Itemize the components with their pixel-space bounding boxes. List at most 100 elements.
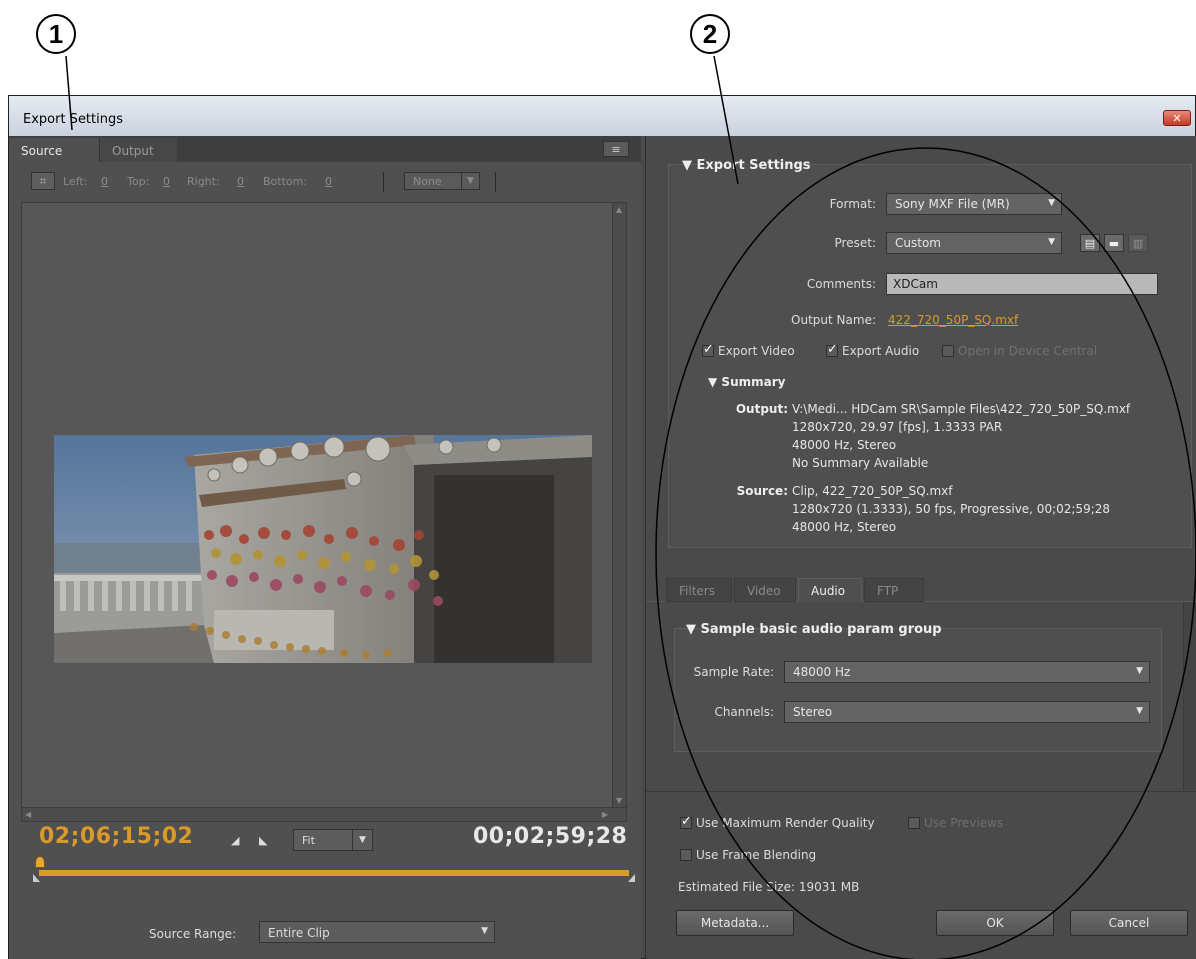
callout-1: 1: [36, 14, 76, 54]
channels-dropdown[interactable]: Stereo ▼: [784, 701, 1150, 723]
channels-label: Channels:: [714, 705, 774, 719]
comments-label: Comments:: [806, 277, 876, 291]
chevron-down-icon: ▼: [1136, 706, 1143, 716]
duration-timecode: 00;02;59;28: [473, 824, 628, 849]
max-render-quality-checkbox[interactable]: Use Maximum Render Quality: [680, 814, 875, 830]
checkbox-unchecked-icon: [680, 849, 692, 861]
crop-aspect-dropdown[interactable]: None ▼: [404, 172, 480, 190]
tab-video[interactable]: Video: [734, 578, 796, 602]
source-range-dropdown[interactable]: Entire Clip ▼: [259, 921, 495, 943]
settings-scrollbar[interactable]: [1183, 602, 1196, 790]
panel-menu-icon[interactable]: ≡: [603, 141, 629, 157]
disclosure-triangle-icon: ▼: [708, 375, 718, 389]
disclosure-triangle-icon: ▼: [682, 158, 692, 173]
format-value: Sony MXF File (MR): [895, 197, 1010, 211]
summary-output-line: No Summary Available: [792, 456, 929, 470]
preview-vertical-scrollbar[interactable]: ▲ ▼: [612, 203, 626, 821]
checkbox-unchecked-icon: [942, 345, 954, 357]
audio-param-group: [674, 628, 1162, 752]
scroll-right-icon[interactable]: ▶: [602, 810, 608, 819]
checkbox-checked-icon: [826, 342, 838, 357]
chevron-down-icon: ▼: [1136, 666, 1143, 676]
crop-right-label: Right:: [187, 175, 220, 188]
chevron-down-icon: ▼: [1048, 198, 1055, 208]
work-area-bar[interactable]: [39, 870, 629, 876]
ok-button[interactable]: OK: [936, 910, 1054, 936]
out-point-handle-icon[interactable]: [628, 874, 635, 882]
checkbox-checked-icon: [702, 342, 714, 357]
current-timecode[interactable]: 02;06;15;02: [39, 824, 193, 849]
window-title: Export Settings: [23, 112, 124, 127]
close-button[interactable]: ✕: [1163, 110, 1191, 126]
toolbar-divider: [383, 172, 384, 192]
sample-rate-dropdown[interactable]: 48000 Hz ▼: [784, 661, 1150, 683]
source-range-label: Source Range:: [149, 927, 237, 941]
estimated-file-size: Estimated File Size: 19031 MB: [678, 880, 860, 894]
title-bar: Export Settings ✕: [9, 96, 1195, 136]
scroll-down-icon[interactable]: ▼: [616, 796, 622, 805]
summary-section-title[interactable]: ▼ Summary: [708, 375, 785, 389]
cancel-button[interactable]: Cancel: [1070, 910, 1188, 936]
format-dropdown[interactable]: Sony MXF File (MR) ▼: [886, 193, 1062, 215]
export-video-checkbox[interactable]: Export Video: [702, 342, 795, 358]
preset-dropdown[interactable]: Custom ▼: [886, 232, 1062, 254]
tab-source[interactable]: Source: [9, 138, 99, 162]
toolbar-divider: [495, 172, 496, 192]
crop-left-value[interactable]: 0: [101, 175, 108, 188]
zoom-fit-value: Fit: [302, 834, 315, 847]
save-preset-icon[interactable]: ▤: [1080, 234, 1100, 252]
summary-output-line: V:\Medi... HDCam SR\Sample Files\422_720…: [792, 402, 1131, 416]
chevron-down-icon: ▼: [1048, 237, 1055, 247]
delete-preset-icon[interactable]: ▥: [1128, 234, 1148, 252]
crop-bottom-label: Bottom:: [263, 175, 308, 188]
summary-output-line: 1280x720, 29.97 [fps], 1.3333 PAR: [792, 420, 1003, 434]
set-out-point-icon[interactable]: ◣: [259, 834, 267, 847]
timeline-scrubber[interactable]: [33, 856, 635, 888]
crop-aspect-value: None: [413, 175, 442, 188]
scroll-left-icon[interactable]: ◀: [25, 810, 31, 819]
divider: [646, 791, 1196, 792]
playhead-icon[interactable]: [35, 856, 45, 868]
preview-horizontal-scrollbar[interactable]: ◀ ▶: [22, 807, 626, 821]
summary-source-line: Clip, 422_720_50P_SQ.mxf: [792, 484, 953, 498]
scroll-up-icon[interactable]: ▲: [616, 205, 622, 214]
use-previews-checkbox[interactable]: Use Previews: [908, 816, 1003, 830]
preview-area: ▲ ▼ ◀ ▶: [21, 202, 627, 822]
crop-right-value[interactable]: 0: [237, 175, 244, 188]
export-audio-checkbox[interactable]: Export Audio: [826, 342, 919, 358]
left-tab-bar: Source Output ≡: [9, 136, 641, 162]
zoom-fit-dropdown[interactable]: Fit ▼: [293, 829, 373, 851]
checkbox-unchecked-icon: [908, 817, 920, 829]
crop-icon[interactable]: ⌗: [31, 172, 55, 190]
crop-top-value[interactable]: 0: [163, 175, 170, 188]
chevron-down-icon: ▼: [461, 172, 479, 190]
comments-input[interactable]: XDCam: [886, 273, 1158, 295]
source-range-value: Entire Clip: [268, 926, 330, 940]
export-settings-panel: ▼ Export Settings Format: Sony MXF File …: [645, 136, 1196, 959]
tab-audio[interactable]: Audio: [798, 578, 862, 602]
crop-toolbar: ⌗ Left: 0 Top: 0 Right: 0 Bottom: 0 None…: [9, 162, 641, 200]
video-preview-frame: [54, 435, 592, 663]
output-name-link[interactable]: 422_720_50P_SQ.mxf: [888, 313, 1018, 327]
frame-blending-checkbox[interactable]: Use Frame Blending: [680, 848, 816, 862]
audio-group-title[interactable]: ▼ Sample basic audio param group: [686, 622, 942, 637]
preset-value: Custom: [895, 236, 941, 250]
tab-ftp[interactable]: FTP: [864, 578, 924, 602]
summary-source-line: 48000 Hz, Stereo: [792, 520, 897, 534]
disclosure-triangle-icon: ▼: [686, 622, 696, 637]
export-settings-section-title[interactable]: ▼ Export Settings: [682, 158, 811, 173]
in-point-handle-icon[interactable]: [33, 874, 40, 882]
crop-left-label: Left:: [63, 175, 88, 188]
crop-bottom-value[interactable]: 0: [325, 175, 332, 188]
tab-filters[interactable]: Filters: [666, 578, 732, 602]
tab-output[interactable]: Output: [99, 138, 177, 162]
import-preset-folder-icon[interactable]: ▬: [1104, 234, 1124, 252]
checkbox-checked-icon: [680, 814, 692, 829]
callout-2: 2: [690, 14, 730, 54]
video-frame-image: [54, 435, 592, 663]
summary-output-line: 48000 Hz, Stereo: [792, 438, 897, 452]
open-device-central-checkbox[interactable]: Open in Device Central: [942, 344, 1097, 358]
chevron-down-icon: ▼: [352, 830, 372, 850]
set-in-point-icon[interactable]: ◢: [231, 834, 239, 847]
metadata-button[interactable]: Metadata...: [676, 910, 794, 936]
